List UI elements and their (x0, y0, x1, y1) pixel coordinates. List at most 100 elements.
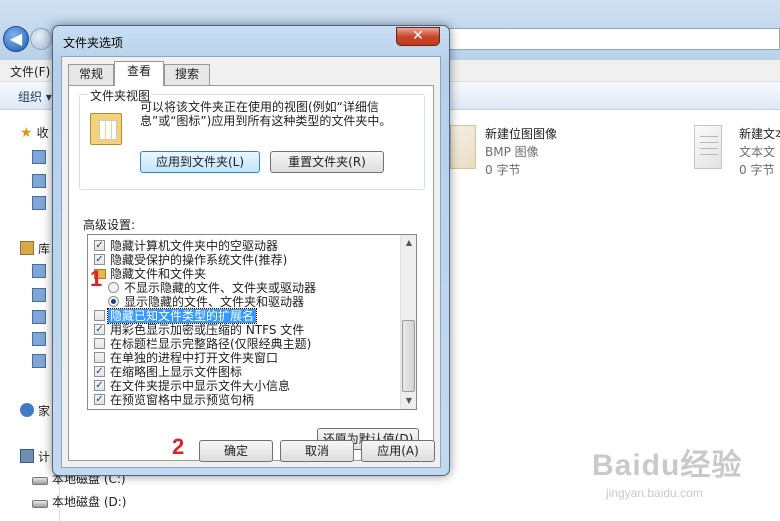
checkbox-unchecked[interactable] (94, 352, 105, 363)
folder-view-icon (90, 113, 122, 145)
vertical-scrollbar[interactable]: ▲ ▼ (400, 235, 416, 409)
apply-button[interactable]: 应用(A) (361, 440, 435, 462)
list-item[interactable]: ✓ 隐藏计算机文件夹中的空驱动器 (88, 239, 398, 253)
list-item[interactable]: ✓ 在预览窗格中显示预览句柄 (88, 393, 398, 407)
nav-sub-icon[interactable] (32, 332, 46, 346)
advanced-settings-list[interactable]: ✓ 隐藏计算机文件夹中的空驱动器 ✓ 隐藏受保护的操作系统文件(推荐) 隐藏文件… (87, 234, 417, 410)
list-item-selected[interactable]: 隐藏已知文件类型的扩展名 (88, 308, 398, 324)
forward-button[interactable] (30, 28, 52, 50)
nav-homegroup-label: 家 (38, 404, 51, 418)
drive-icon (32, 500, 48, 508)
file-type: 文本文 (739, 145, 776, 159)
list-item[interactable]: ✓ 隐藏受保护的操作系统文件(推荐) (88, 253, 398, 267)
tab-search[interactable]: 搜索 (164, 64, 210, 85)
file-name: 新建文本 (739, 127, 780, 141)
list-item[interactable]: ✓ 用彩色显示加密或压缩的 NTFS 文件 (88, 323, 398, 337)
checkbox-checked[interactable]: ✓ (94, 394, 105, 405)
list-item-label: 在文件夹提示中显示文件大小信息 (110, 379, 291, 393)
menu-file[interactable]: 文件(F) (10, 63, 50, 80)
nav-sub-icon[interactable] (32, 354, 46, 368)
advanced-settings-label: 高级设置: (83, 218, 136, 232)
dialog-body: 常规 查看 搜索 文件夹视图 可以将该文件夹正在使用的视图(例如“详细信息”或“… (61, 56, 441, 468)
checkbox-checked[interactable]: ✓ (94, 324, 105, 335)
navigation-pane: ★ 收 库 家 计 (0, 110, 60, 521)
chevron-down-icon: ▾ (45, 90, 52, 104)
tab-view[interactable]: 查看 (114, 61, 164, 86)
checkbox-checked[interactable]: ✓ (94, 254, 105, 265)
folder-views-description: 可以将该文件夹正在使用的视图(例如“详细信息”或“图标”)应用到所有这种类型的文… (140, 100, 392, 128)
nav-drive-d[interactable]: 本地磁盘 (D:) (32, 493, 126, 510)
scroll-down-icon[interactable]: ▼ (401, 393, 416, 409)
list-item[interactable]: 不显示隐藏的文件、文件夹或驱动器 (88, 281, 398, 295)
address-bar[interactable] (440, 28, 780, 50)
list-item-label: 在预览窗格中显示预览句柄 (110, 393, 255, 407)
nav-homegroup[interactable]: 家 (20, 402, 50, 419)
nav-computer-label: 计 (38, 450, 51, 464)
reset-folders-button[interactable]: 重置文件夹(R) (270, 151, 384, 173)
nav-sub-icon[interactable] (32, 264, 46, 278)
folder-views-group: 文件夹视图 可以将该文件夹正在使用的视图(例如“详细信息”或“图标”)应用到所有… (79, 87, 425, 190)
nav-favorites-label: 收 (36, 126, 49, 140)
dialog-title: 文件夹选项 (63, 36, 124, 50)
library-icon (20, 241, 34, 255)
nav-libraries[interactable]: 库 (20, 240, 50, 257)
list-item-group: 隐藏文件和文件夹 (88, 267, 398, 281)
nav-libraries-label: 库 (38, 242, 51, 256)
folder-options-dialog: 文件夹选项 ✕ 常规 查看 搜索 文件夹视图 可以将该文件夹正在使用的视图(例如… (52, 25, 450, 476)
nav-sub-icon[interactable] (32, 150, 46, 164)
checkbox-checked[interactable]: ✓ (94, 366, 105, 377)
file-size: 0 字节 (485, 163, 521, 177)
list-item-label: 在单独的进程中打开文件夹窗口 (110, 351, 279, 365)
file-type: BMP 图像 (485, 145, 539, 159)
nav-drive-d-label: 本地磁盘 (D:) (52, 495, 127, 509)
watermark-logo: Baidu经验 (592, 449, 743, 482)
checkbox-checked[interactable]: ✓ (94, 240, 105, 251)
list-item[interactable]: ✓ 在缩略图上显示文件图标 (88, 365, 398, 379)
organize-button[interactable]: 组织 ▾ (18, 88, 52, 105)
nav-computer[interactable]: 计 (20, 448, 50, 465)
computer-icon (20, 449, 34, 463)
star-icon: ★ (20, 125, 33, 141)
nav-sub-icon[interactable] (32, 174, 46, 188)
close-icon: ✕ (412, 28, 424, 44)
list-item[interactable]: 在标题栏显示完整路径(仅限经典主题) (88, 337, 398, 351)
ok-button[interactable]: 确定 (199, 440, 273, 462)
homegroup-icon (20, 403, 34, 417)
radio-button[interactable] (108, 282, 119, 293)
list-item[interactable]: 在单独的进程中打开文件夹窗口 (88, 351, 398, 365)
checkbox-unchecked[interactable] (94, 310, 105, 321)
step-marker-2: 2 (172, 434, 185, 459)
view-tab-panel: 文件夹视图 可以将该文件夹正在使用的视图(例如“详细信息”或“图标”)应用到所有… (68, 85, 434, 461)
list-item-label: 隐藏受保护的操作系统文件(推荐) (110, 253, 288, 267)
baidu-watermark: Baidu经验 jingyan.baidu.com (592, 440, 743, 500)
drive-icon (32, 477, 48, 485)
nav-sub-icon[interactable] (32, 196, 46, 210)
checkbox-unchecked[interactable] (94, 338, 105, 349)
apply-to-folders-button[interactable]: 应用到文件夹(L) (140, 151, 260, 173)
nav-favorites[interactable]: ★ 收 (20, 124, 49, 141)
close-button[interactable]: ✕ (396, 27, 440, 46)
file-size: 0 字节 (739, 163, 775, 177)
scrollbar-thumb[interactable] (402, 320, 415, 392)
arrow-left-icon: ◀ (9, 29, 23, 48)
checkbox-checked[interactable]: ✓ (94, 380, 105, 391)
organize-label: 组织 (18, 90, 43, 104)
list-item[interactable]: ✓ 在文件夹提示中显示文件大小信息 (88, 379, 398, 393)
watermark-url: jingyan.baidu.com (606, 486, 703, 500)
list-item-label: 不显示隐藏的文件、文件夹或驱动器 (124, 281, 317, 295)
list-item-label: 显示隐藏的文件、文件夹和驱动器 (124, 295, 305, 309)
tab-general[interactable]: 常规 (68, 64, 114, 85)
nav-sub-icon[interactable] (32, 310, 46, 324)
file-item-bitmap[interactable]: 新建位图图像 BMP 图像 0 字节 (450, 125, 590, 185)
file-item-text[interactable]: 新建文本 文本文 0 字节 (694, 125, 780, 185)
list-item-label: 隐藏已知文件类型的扩展名 (106, 308, 258, 324)
step-marker-1: 1 (90, 266, 103, 291)
list-item-label: 用彩色显示加密或压缩的 NTFS 文件 (110, 323, 305, 337)
back-button[interactable]: ◀ (3, 26, 29, 52)
file-name: 新建位图图像 (485, 127, 558, 141)
scroll-up-icon[interactable]: ▲ (401, 235, 416, 251)
list-item[interactable]: 显示隐藏的文件、文件夹和驱动器 (88, 295, 398, 309)
cancel-button[interactable]: 取消 (280, 440, 354, 462)
nav-sub-icon[interactable] (32, 288, 46, 302)
radio-button-selected[interactable] (108, 296, 119, 307)
